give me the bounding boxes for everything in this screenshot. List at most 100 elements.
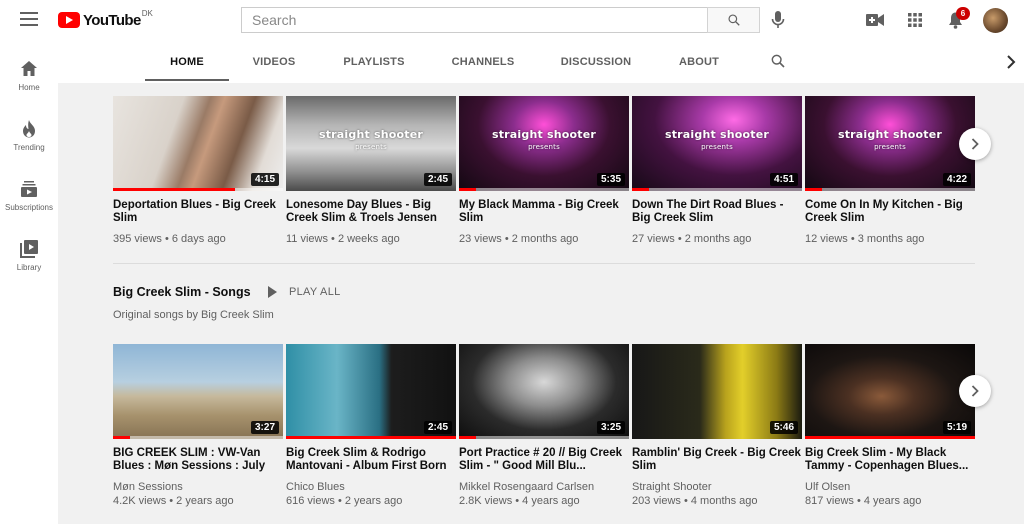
watch-progress <box>113 436 130 439</box>
progress-track <box>805 188 975 191</box>
video-title[interactable]: Come On In My Kitchen - Big Creek Slim <box>805 199 975 225</box>
video-title[interactable]: Port Practice # 20 // Big Creek Slim - "… <box>459 447 629 473</box>
video-title[interactable]: Down The Dirt Road Blues - Big Creek Sli… <box>632 199 802 225</box>
video-thumbnail[interactable]: 2:45 <box>286 344 456 439</box>
video-card[interactable]: 3:27 BIG CREEK SLIM : VW-Van Blues : Møn… <box>113 344 283 509</box>
search-icon <box>727 14 740 26</box>
video-card[interactable]: straight shooter presents 4:51 Down The D… <box>632 96 802 246</box>
progress-track <box>459 188 629 191</box>
video-channel[interactable]: Ulf Olsen <box>805 480 975 494</box>
video-thumbnail[interactable]: straight shooter presents 4:51 <box>632 96 802 191</box>
shelf-title[interactable]: Big Creek Slim - Songs <box>113 285 251 299</box>
video-thumbnail[interactable]: straight shooter presents 4:22 <box>805 96 975 191</box>
logo-text: YouTube <box>83 12 141 29</box>
duration-badge: 5:19 <box>942 421 971 434</box>
create-video-button[interactable] <box>855 6 895 34</box>
video-meta: 12 views • 3 months ago <box>805 233 925 245</box>
tab-about[interactable]: ABOUT <box>670 41 728 83</box>
video-thumbnail[interactable]: 3:25 <box>459 344 629 439</box>
video-card[interactable]: straight shooter presents 2:45 Lonesome D… <box>286 96 456 246</box>
masthead-actions: 6 <box>855 6 1008 34</box>
video-channel[interactable]: Straight Shooter <box>632 480 802 494</box>
video-card[interactable]: 5:46 Ramblin' Big Creek - Big Creek Slim… <box>632 344 802 509</box>
duration-badge: 2:45 <box>423 173 452 186</box>
watch-progress <box>459 436 476 439</box>
video-card[interactable]: 2:45 Big Creek Slim & Rodrigo Mantovani … <box>286 344 456 509</box>
progress-track <box>459 436 629 439</box>
guide-item-trending[interactable]: Trending <box>0 119 58 152</box>
guide-item-home[interactable]: Home <box>0 59 58 92</box>
thumbnail-logo: straight shooter presents <box>318 128 424 151</box>
tab-playlists[interactable]: PLAYLISTS <box>334 41 414 83</box>
video-meta: 817 views • 4 years ago <box>805 495 922 507</box>
shelf-next-button[interactable] <box>959 375 991 407</box>
video-thumbnail[interactable]: 5:46 <box>632 344 802 439</box>
video-channel[interactable]: Mikkel Rosengaard Carlsen <box>459 480 629 494</box>
youtube-logo[interactable]: YouTube DK <box>58 9 153 31</box>
duration-badge: 5:35 <box>596 173 625 186</box>
shelf-divider <box>113 263 975 264</box>
video-meta: 23 views • 2 months ago <box>459 233 579 245</box>
voice-search-button[interactable] <box>768 9 788 31</box>
video-thumbnail[interactable]: 4:15 <box>113 96 283 191</box>
progress-track <box>113 436 283 439</box>
guide-label-library: Library <box>16 263 42 272</box>
video-card[interactable]: 4:15 Deportation Blues - Big Creek Slim … <box>113 96 283 246</box>
video-meta: 27 views • 2 months ago <box>632 233 752 245</box>
video-title[interactable]: Ramblin' Big Creek - Big Creek Slim <box>632 447 802 473</box>
guide-item-subscriptions[interactable]: Subscriptions <box>0 179 58 212</box>
duration-badge: 3:25 <box>596 421 625 434</box>
guide-item-library[interactable]: Library <box>0 239 58 272</box>
search-button[interactable] <box>707 7 760 33</box>
video-channel[interactable]: Møn Sessions <box>113 480 283 494</box>
video-title[interactable]: Deportation Blues - Big Creek Slim <box>113 199 283 225</box>
watch-progress <box>632 188 649 191</box>
video-card[interactable]: straight shooter presents 5:35 My Black M… <box>459 96 629 246</box>
video-title[interactable]: Big Creek Slim - My Black Tammy - Copenh… <box>805 447 975 473</box>
channel-tabs: HOME VIDEOS PLAYLISTS CHANNELS DISCUSSIO… <box>58 41 1024 83</box>
notifications-button[interactable]: 6 <box>935 6 975 34</box>
video-title[interactable]: BIG CREEK SLIM : VW-Van Blues : Møn Sess… <box>113 447 283 473</box>
video-title[interactable]: Big Creek Slim & Rodrigo Mantovani - Alb… <box>286 447 456 473</box>
tab-discussion[interactable]: DISCUSSION <box>552 41 640 83</box>
video-card[interactable]: 3:25 Port Practice # 20 // Big Creek Sli… <box>459 344 629 509</box>
tab-home[interactable]: HOME <box>145 41 229 83</box>
video-title[interactable]: Lonesome Day Blues - Big Creek Slim & Tr… <box>286 199 456 225</box>
video-thumbnail[interactable]: 5:19 <box>805 344 975 439</box>
video-card[interactable]: 5:19 Big Creek Slim - My Black Tammy - C… <box>805 344 975 509</box>
avatar[interactable] <box>983 7 1008 33</box>
search-box <box>241 7 760 33</box>
play-all-label: PLAY ALL <box>289 286 341 298</box>
menu-icon[interactable] <box>20 12 38 26</box>
duration-badge: 4:15 <box>250 173 279 186</box>
video-meta: 2.8K views • 4 years ago <box>459 495 580 507</box>
video-channel[interactable]: Chico Blues <box>286 480 456 494</box>
youtube-channel-page: YouTube DK 6 <box>0 0 1024 524</box>
channel-search-icon[interactable] <box>770 53 786 69</box>
video-thumbnail[interactable]: straight shooter presents 5:35 <box>459 96 629 191</box>
watch-progress <box>459 188 476 191</box>
search-input[interactable] <box>241 7 707 33</box>
play-all-button[interactable]: PLAY ALL <box>268 286 341 298</box>
guide-sidebar: Home Trending Subscriptions Library <box>0 41 58 524</box>
youtube-play-icon <box>58 12 80 28</box>
video-meta: 11 views • 2 weeks ago <box>286 233 400 245</box>
video-card[interactable]: straight shooter presents 4:22 Come On In… <box>805 96 975 246</box>
masthead: YouTube DK 6 <box>0 0 1024 41</box>
microphone-icon <box>771 11 785 28</box>
trending-icon <box>23 120 35 138</box>
apps-button[interactable] <box>895 6 935 34</box>
watch-progress <box>805 188 822 191</box>
play-icon <box>268 286 277 298</box>
duration-badge: 3:27 <box>250 421 279 434</box>
shelf-next-button[interactable] <box>959 128 991 160</box>
video-title[interactable]: My Black Mamma - Big Creek Slim <box>459 199 629 225</box>
library-icon <box>20 240 38 258</box>
video-thumbnail[interactable]: 3:27 <box>113 344 283 439</box>
tab-videos[interactable]: VIDEOS <box>244 41 304 83</box>
video-thumbnail[interactable]: straight shooter presents 2:45 <box>286 96 456 191</box>
tab-channels[interactable]: CHANNELS <box>444 41 522 83</box>
thumbnail-logo: straight shooter presents <box>837 128 943 151</box>
chevron-right-icon <box>971 138 979 150</box>
tabs-scroll-right-icon[interactable] <box>1006 55 1016 69</box>
